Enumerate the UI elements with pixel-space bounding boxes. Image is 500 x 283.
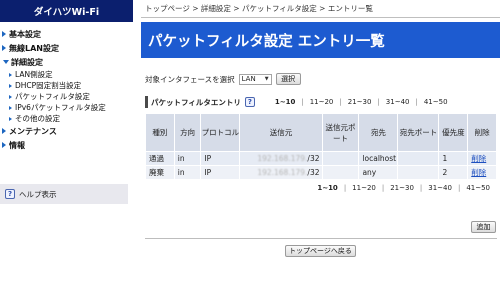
- col-header-protocol: プロトコル: [200, 113, 241, 152]
- cell-protocol: IP: [200, 151, 241, 166]
- cell-destination-port: [397, 165, 440, 180]
- col-header-source-port: 送信元ポート: [321, 113, 360, 152]
- cell-source: 192.168.179./32: [239, 151, 323, 166]
- bullet-icon: [9, 94, 12, 99]
- col-header-destination: 宛先: [358, 113, 399, 152]
- col-header-source: 送信元: [239, 113, 323, 152]
- page-link-11-20[interactable]: 11~20: [304, 98, 340, 106]
- sidebar-item-label: 無線LAN設定: [9, 43, 59, 53]
- cell-delete: 削除: [467, 151, 497, 166]
- sidebar-item-label: メンテナンス: [9, 126, 57, 136]
- cell-destination-port: [397, 151, 440, 166]
- triangle-right-icon: [2, 45, 6, 51]
- sidebar-subitem-ipv6-filter[interactable]: IPv6パケットフィルタ設定: [0, 102, 133, 113]
- main-content: トップページ > 詳細設定 > パケットフィルタ設定 > エントリー覧 パケット…: [141, 0, 500, 283]
- page-link-41-50[interactable]: 41~50: [418, 98, 454, 106]
- help-toggle[interactable]: ? ヘルプ表示: [0, 184, 128, 204]
- sidebar-subitem-packet-filter[interactable]: パケットフィルタ設定: [0, 91, 133, 102]
- triangle-right-icon: [2, 128, 6, 134]
- section-marker: [145, 96, 148, 108]
- pagination-top: 1~10 | 11~20 | 21~30 | 31~40 | 41~50: [269, 98, 454, 106]
- sidebar-item-label: 詳細設定: [11, 57, 43, 67]
- section-title: パケットフィルタエントリ: [151, 97, 241, 107]
- cell-source-port: [321, 165, 360, 180]
- interface-label: 対象インタフェースを選択: [145, 74, 235, 84]
- redacted-source-address: 192.168.179.: [257, 154, 308, 163]
- sidebar-item-basic[interactable]: 基本設定: [0, 27, 133, 41]
- cell-priority: 2: [438, 165, 469, 180]
- table-row: 廃棄 in IP 192.168.179./32 any 2 削除: [145, 165, 497, 180]
- cell-delete: 削除: [467, 165, 497, 180]
- breadcrumb: トップページ > 詳細設定 > パケットフィルタ設定 > エントリー覧: [141, 0, 500, 18]
- bullet-icon: [9, 72, 12, 77]
- sidebar-item-label: 情報: [9, 140, 25, 150]
- cell-priority: 1: [438, 151, 469, 166]
- interface-select-value: LAN: [241, 75, 256, 83]
- sidebar-subitem-lan[interactable]: LAN側設定: [0, 69, 133, 80]
- help-icon: ?: [5, 189, 15, 199]
- triangle-right-icon: [2, 142, 6, 148]
- filter-entry-table: 種別 方向 プロトコル 送信元 送信元ポート 宛先 宛先ポート 優先度 削除 通…: [145, 113, 497, 180]
- select-button[interactable]: 選択: [275, 73, 301, 85]
- back-row: トップページへ戻る: [141, 245, 500, 257]
- redacted-source-address: 192.168.179.: [257, 168, 308, 177]
- section-header: パケットフィルタエントリ ? 1~10 | 11~20 | 21~30 | 31…: [141, 95, 500, 109]
- triangle-down-icon: [3, 60, 9, 64]
- delete-link[interactable]: 削除: [471, 154, 486, 163]
- bullet-icon: [9, 83, 12, 88]
- triangle-right-icon: [2, 31, 6, 37]
- page-link-31-40[interactable]: 31~40: [422, 184, 458, 192]
- bullet-icon: [9, 105, 12, 110]
- cell-direction: in: [173, 165, 202, 180]
- delete-link[interactable]: 削除: [471, 168, 486, 177]
- sidebar-subitem-dhcp[interactable]: DHCP固定割当設定: [0, 80, 133, 91]
- cell-type: 通過: [145, 151, 175, 166]
- page-link-21-30[interactable]: 21~30: [342, 98, 378, 106]
- interface-selector-row: 対象インタフェースを選択 LAN ▼ 選択: [141, 73, 500, 85]
- cell-destination: any: [358, 165, 399, 180]
- cell-source-port: [321, 151, 360, 166]
- brand-logo: ダイハツWi-Fi: [0, 0, 133, 22]
- add-button[interactable]: 追加: [471, 221, 496, 233]
- table-row: 通過 in IP 192.168.179./32 localhost 1 削除: [145, 151, 497, 166]
- help-icon[interactable]: ?: [244, 97, 255, 107]
- page-link-31-40[interactable]: 31~40: [380, 98, 416, 106]
- pagination-bottom: 1~10 | 11~20 | 21~30 | 31~40 | 41~50: [151, 184, 496, 192]
- divider: [145, 238, 497, 239]
- cell-source: 192.168.179./32: [239, 165, 323, 180]
- source-prefix: /32: [307, 154, 320, 163]
- chevron-down-icon: ▼: [264, 76, 269, 82]
- page-link-1-10[interactable]: 1~10: [311, 184, 343, 192]
- bullet-icon: [9, 116, 12, 121]
- back-to-top-button[interactable]: トップページへ戻る: [285, 245, 356, 257]
- page-link-11-20[interactable]: 11~20: [346, 184, 382, 192]
- page-link-41-50[interactable]: 41~50: [460, 184, 496, 192]
- source-prefix: /32: [307, 168, 320, 177]
- col-header-priority: 優先度: [438, 113, 469, 152]
- add-row: 追加: [141, 221, 496, 233]
- sidebar-item-advanced[interactable]: 詳細設定: [0, 55, 133, 69]
- col-header-delete: 削除: [467, 113, 497, 152]
- page-link-1-10[interactable]: 1~10: [269, 98, 301, 106]
- cell-type: 廃棄: [145, 165, 175, 180]
- cell-protocol: IP: [200, 165, 241, 180]
- sidebar-nav: 基本設定 無線LAN設定 詳細設定 LAN側設定 DHCP固定割当設定 パケット…: [0, 22, 133, 152]
- page-title: パケットフィルタ設定 エントリ一覧: [141, 22, 500, 58]
- col-header-direction: 方向: [173, 113, 202, 152]
- col-header-type: 種別: [145, 113, 175, 152]
- help-label: ヘルプ表示: [19, 189, 57, 199]
- sidebar-item-info[interactable]: 情報: [0, 138, 133, 152]
- sidebar-item-maintenance[interactable]: メンテナンス: [0, 124, 133, 138]
- page-link-21-30[interactable]: 21~30: [384, 184, 420, 192]
- sidebar: ダイハツWi-Fi 基本設定 無線LAN設定 詳細設定 LAN側設定 DHCP固…: [0, 0, 133, 283]
- sidebar-item-wireless-lan[interactable]: 無線LAN設定: [0, 41, 133, 55]
- interface-select[interactable]: LAN ▼: [238, 73, 272, 85]
- col-header-destination-port: 宛先ポート: [397, 113, 440, 152]
- sidebar-item-label: 基本設定: [9, 29, 41, 39]
- table-header-row: 種別 方向 プロトコル 送信元 送信元ポート 宛先 宛先ポート 優先度 削除: [145, 113, 497, 152]
- sidebar-subitem-other[interactable]: その他の設定: [0, 113, 133, 124]
- cell-destination: localhost: [358, 151, 399, 166]
- cell-direction: in: [173, 151, 202, 166]
